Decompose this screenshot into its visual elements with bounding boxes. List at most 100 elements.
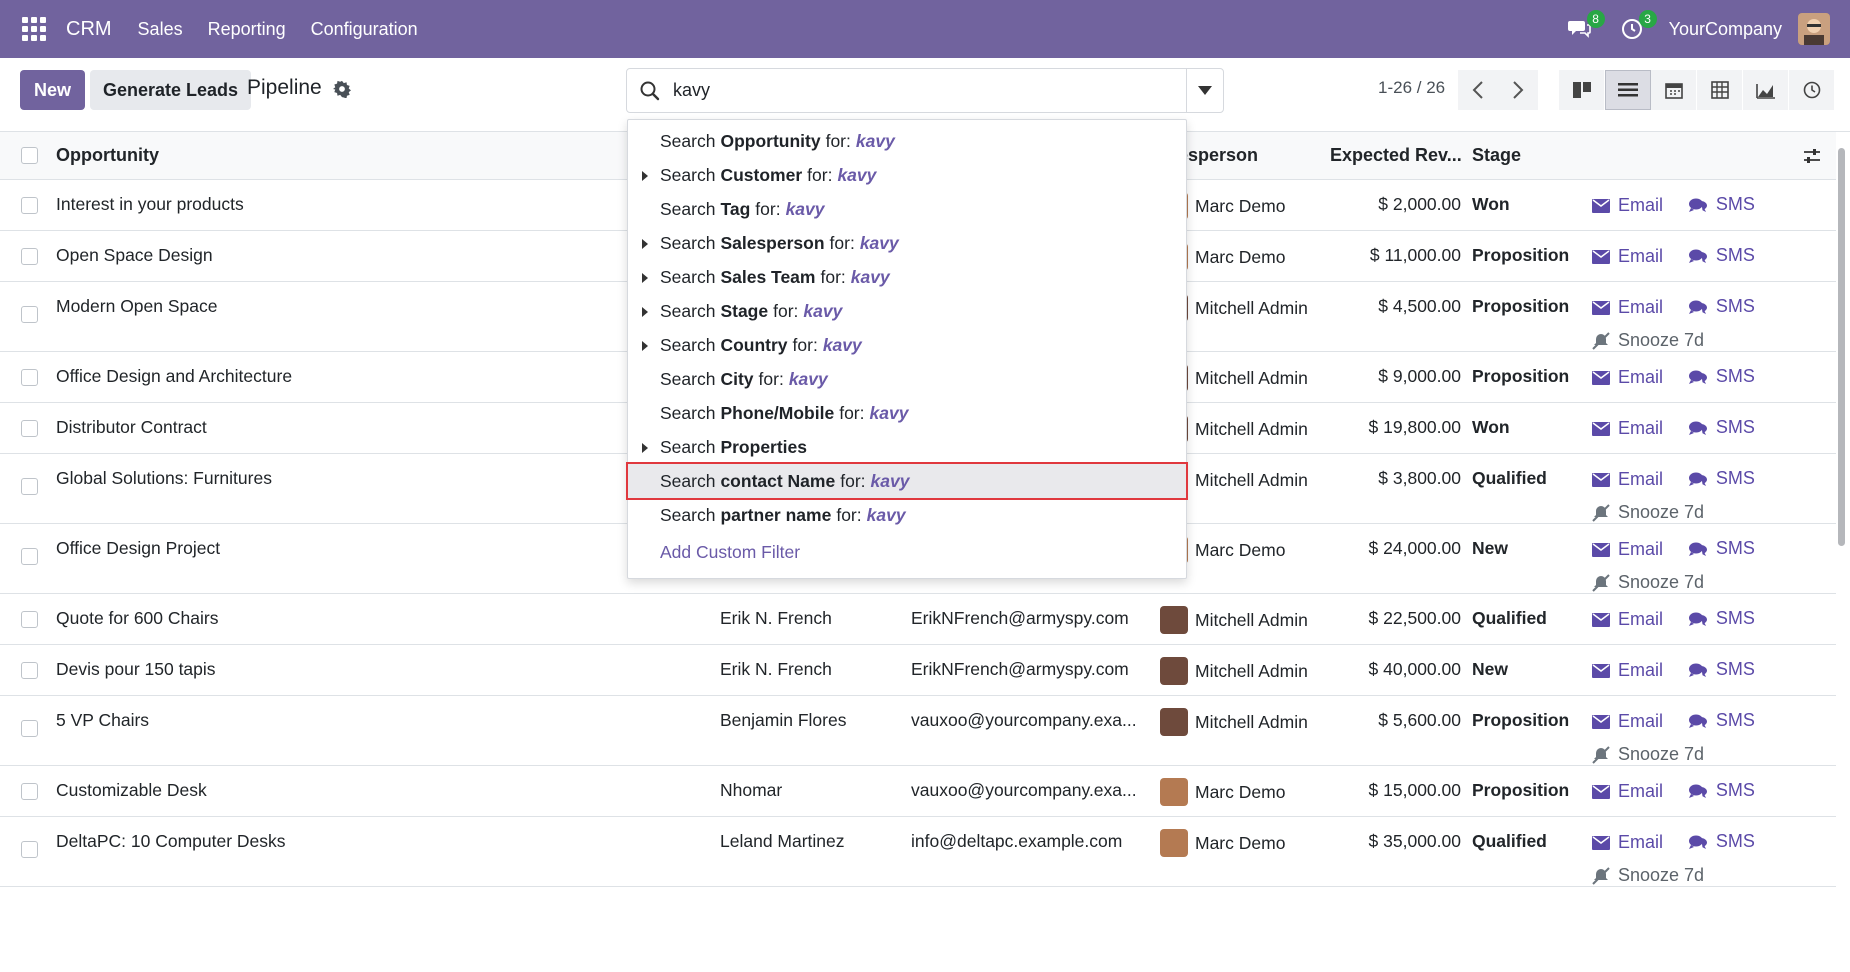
graph-view-button[interactable]: [1743, 70, 1789, 110]
search-suggestion-properties[interactable]: Search Properties: [628, 430, 1186, 464]
activities-button[interactable]: 3: [1617, 10, 1657, 44]
table-row[interactable]: 5 VP Chairs Benjamin Flores vauxoo@yourc…: [0, 696, 1836, 766]
search-options-toggle[interactable]: [1186, 69, 1223, 112]
pager-next-button[interactable]: [1498, 70, 1538, 110]
sms-button[interactable]: SMS: [1688, 417, 1755, 438]
user-avatar[interactable]: [1798, 13, 1830, 45]
menu-configuration[interactable]: Configuration: [311, 19, 418, 40]
stage-value: Proposition: [1472, 780, 1570, 800]
row-checkbox[interactable]: [21, 783, 38, 800]
email-button[interactable]: Email: [1592, 711, 1663, 732]
column-salesperson[interactable]: esperson: [1178, 145, 1258, 166]
search-suggestion-salesperson[interactable]: Search Salesperson for: kavy: [628, 226, 1186, 260]
expand-caret-icon[interactable]: [642, 273, 648, 283]
search-suggestion-country[interactable]: Search Country for: kavy: [628, 328, 1186, 362]
expand-caret-icon[interactable]: [642, 443, 648, 453]
scrollbar[interactable]: [1838, 148, 1845, 546]
expected-revenue: $ 40,000.00: [1368, 659, 1461, 679]
table-row[interactable]: Devis pour 150 tapis Erik N. French Erik…: [0, 645, 1836, 696]
search-suggestion-partner-name[interactable]: Search partner name for: kavy: [628, 498, 1186, 532]
sms-button[interactable]: SMS: [1688, 608, 1755, 629]
email-button[interactable]: Email: [1592, 418, 1663, 439]
row-checkbox[interactable]: [21, 306, 38, 323]
expand-caret-icon[interactable]: [642, 171, 648, 181]
expected-revenue: $ 5,600.00: [1378, 710, 1461, 730]
table-row[interactable]: Customizable Desk Nhomar vauxoo@yourcomp…: [0, 766, 1836, 817]
row-checkbox[interactable]: [21, 662, 38, 679]
company-switcher[interactable]: YourCompany: [1669, 19, 1782, 40]
activity-view-button[interactable]: [1789, 70, 1835, 110]
row-checkbox[interactable]: [21, 478, 38, 495]
sms-button[interactable]: SMS: [1688, 366, 1755, 387]
expand-caret-icon[interactable]: [642, 239, 648, 249]
select-all-checkbox[interactable]: [21, 147, 38, 164]
new-button[interactable]: New: [20, 70, 86, 110]
search-suggestion-opportunity[interactable]: Search Opportunity for: kavy: [628, 124, 1186, 158]
row-checkbox[interactable]: [21, 611, 38, 628]
pager-previous-button[interactable]: [1458, 70, 1498, 110]
calendar-view-button[interactable]: [1651, 70, 1697, 110]
sms-button[interactable]: SMS: [1688, 710, 1755, 731]
pager-value[interactable]: 1-26 / 26: [1378, 78, 1445, 98]
snooze-button[interactable]: Snooze 7d: [1592, 330, 1704, 351]
row-checkbox[interactable]: [21, 248, 38, 265]
search-suggestion-contact-name[interactable]: Search contact Name for: kavy: [626, 462, 1188, 500]
row-checkbox[interactable]: [21, 369, 38, 386]
column-expected-revenue[interactable]: Expected Rev...: [1330, 145, 1462, 166]
column-opportunity[interactable]: Opportunity: [56, 145, 159, 166]
email-button[interactable]: Email: [1592, 297, 1663, 318]
list-view-button[interactable]: [1605, 70, 1651, 110]
search-suggestion-customer[interactable]: Search Customer for: kavy: [628, 158, 1186, 192]
sms-button[interactable]: SMS: [1688, 831, 1755, 852]
table-row[interactable]: DeltaPC: 10 Computer Desks Leland Martin…: [0, 817, 1836, 887]
generate-leads-button[interactable]: Generate Leads: [90, 70, 252, 110]
expand-caret-icon[interactable]: [642, 341, 648, 351]
messages-button[interactable]: 8: [1565, 10, 1605, 44]
email-button[interactable]: Email: [1592, 195, 1663, 216]
snooze-button[interactable]: Snooze 7d: [1592, 865, 1704, 886]
expand-caret-icon[interactable]: [642, 307, 648, 317]
suggestion-suffix: for:: [792, 334, 818, 355]
menu-reporting[interactable]: Reporting: [208, 19, 286, 40]
email-button[interactable]: Email: [1592, 660, 1663, 681]
search-suggestion-stage[interactable]: Search Stage for: kavy: [628, 294, 1186, 328]
menu-sales[interactable]: Sales: [138, 19, 183, 40]
row-checkbox[interactable]: [21, 420, 38, 437]
search-input[interactable]: [673, 80, 1153, 101]
search-suggestion-sales-team[interactable]: Search Sales Team for: kavy: [628, 260, 1186, 294]
app-brand[interactable]: CRM: [66, 18, 112, 41]
row-checkbox[interactable]: [21, 720, 38, 737]
sms-button[interactable]: SMS: [1688, 245, 1755, 266]
row-actions: Email SMS: [1592, 194, 1755, 218]
table-row[interactable]: Quote for 600 Chairs Erik N. French Erik…: [0, 594, 1836, 645]
sms-button[interactable]: SMS: [1688, 780, 1755, 801]
add-custom-filter-link[interactable]: Add Custom Filter: [628, 535, 1186, 569]
gear-icon[interactable]: [333, 80, 351, 98]
optional-columns-icon[interactable]: [1803, 147, 1821, 165]
email-button[interactable]: Email: [1592, 469, 1663, 490]
email-button[interactable]: Email: [1592, 832, 1663, 853]
sms-button[interactable]: SMS: [1688, 468, 1755, 489]
email-button[interactable]: Email: [1592, 539, 1663, 560]
email-button[interactable]: Email: [1592, 367, 1663, 388]
email-button[interactable]: Email: [1592, 609, 1663, 630]
sms-button[interactable]: SMS: [1688, 296, 1755, 317]
search-suggestion-city[interactable]: Search City for: kavy: [628, 362, 1186, 396]
column-stage[interactable]: Stage: [1472, 145, 1521, 166]
row-checkbox[interactable]: [21, 548, 38, 565]
sms-button[interactable]: SMS: [1688, 538, 1755, 559]
row-checkbox[interactable]: [21, 197, 38, 214]
apps-menu-icon[interactable]: [22, 17, 46, 41]
row-checkbox[interactable]: [21, 841, 38, 858]
pivot-view-button[interactable]: [1697, 70, 1743, 110]
snooze-button[interactable]: Snooze 7d: [1592, 502, 1704, 523]
snooze-button[interactable]: Snooze 7d: [1592, 744, 1704, 765]
kanban-view-button[interactable]: [1559, 70, 1605, 110]
sms-button[interactable]: SMS: [1688, 659, 1755, 680]
email-button[interactable]: Email: [1592, 781, 1663, 802]
snooze-button[interactable]: Snooze 7d: [1592, 572, 1704, 593]
search-suggestion-phone-mobile[interactable]: Search Phone/Mobile for: kavy: [628, 396, 1186, 430]
search-suggestion-tag[interactable]: Search Tag for: kavy: [628, 192, 1186, 226]
email-button[interactable]: Email: [1592, 246, 1663, 267]
sms-button[interactable]: SMS: [1688, 194, 1755, 215]
